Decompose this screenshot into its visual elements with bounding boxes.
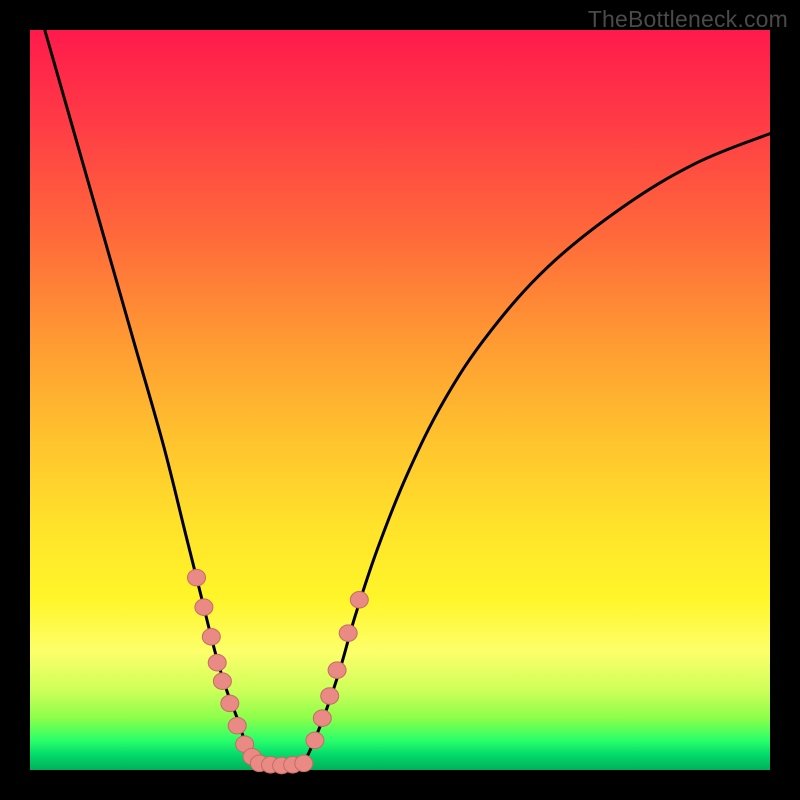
watermark-text: TheBottleneck.com <box>588 6 788 33</box>
left-curve <box>45 30 260 763</box>
data-marker <box>202 629 220 646</box>
chart-svg <box>30 30 770 770</box>
plot-area <box>30 30 770 770</box>
data-marker <box>295 755 313 772</box>
data-marker <box>313 710 331 727</box>
data-marker <box>213 673 231 690</box>
right-curve <box>304 134 770 763</box>
data-marker <box>221 695 239 712</box>
chart-frame: TheBottleneck.com <box>0 0 800 800</box>
data-marker <box>195 599 213 616</box>
data-marker <box>328 662 346 679</box>
data-marker <box>350 592 368 609</box>
data-marker <box>321 688 339 705</box>
data-marker <box>208 654 226 671</box>
data-marker <box>188 569 206 586</box>
data-marker <box>306 732 324 749</box>
data-marker <box>339 625 357 642</box>
data-markers <box>188 569 369 774</box>
data-marker <box>228 717 246 734</box>
